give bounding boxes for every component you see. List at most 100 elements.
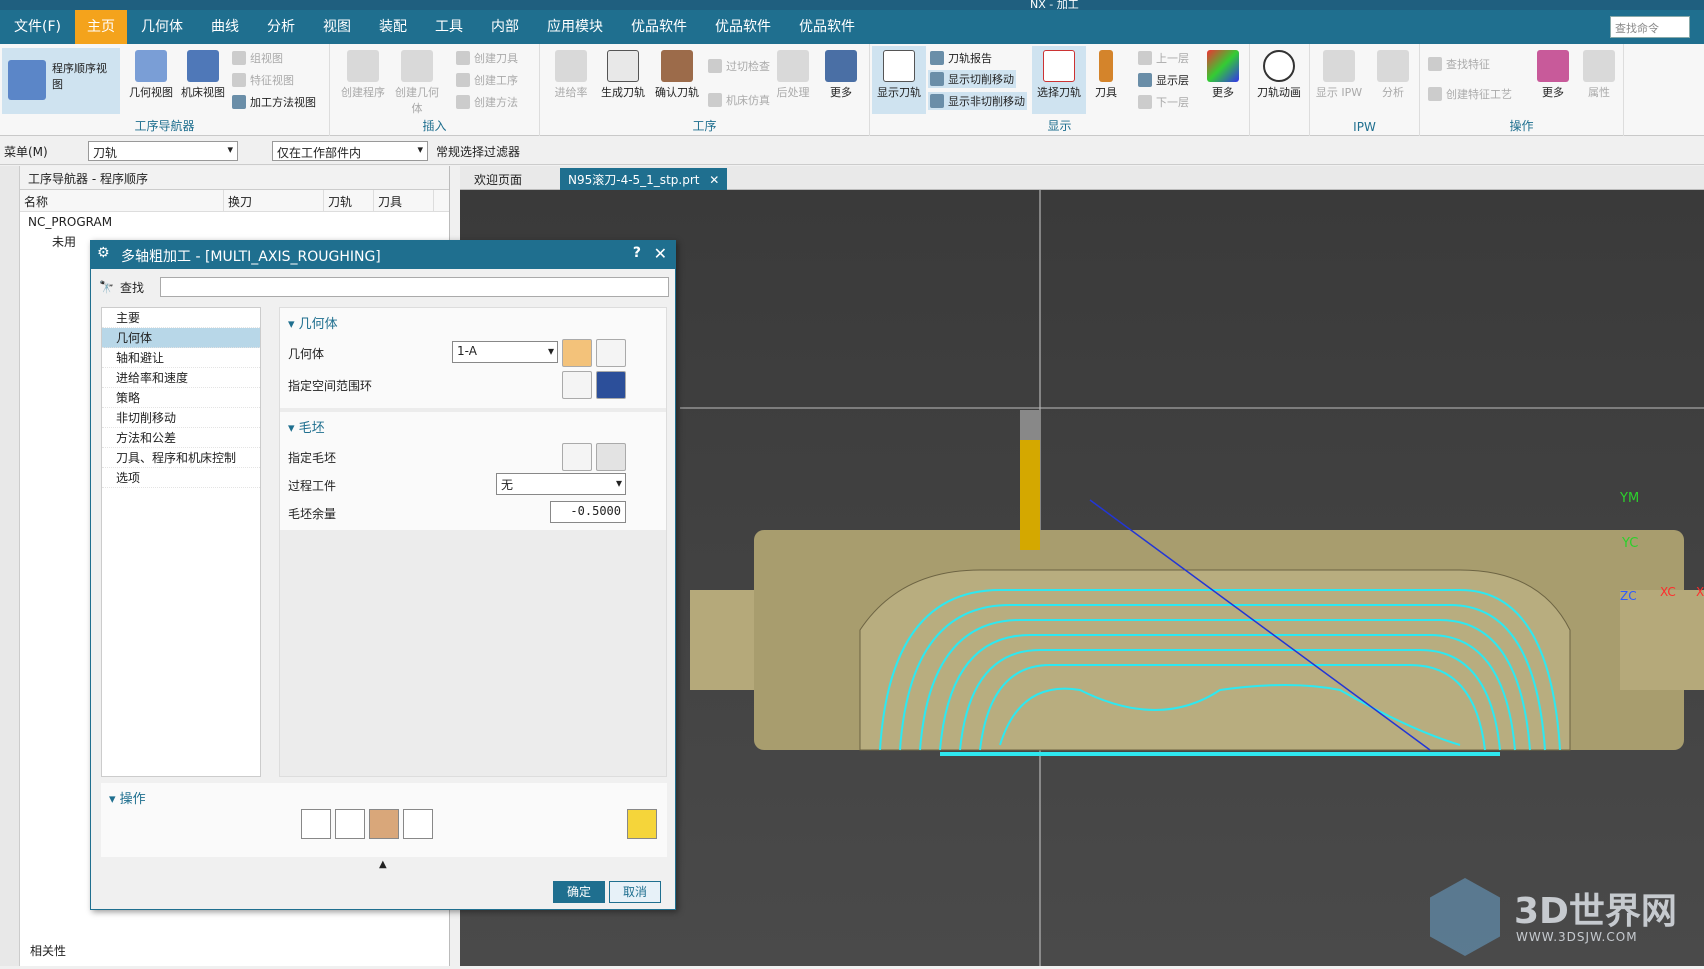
tab-assembly[interactable]: 装配: [365, 10, 421, 44]
category-item-strategy[interactable]: 策略: [102, 388, 260, 408]
scope-filter-dropdown[interactable]: 仅在工作部件内: [272, 141, 428, 161]
type-filter-dropdown[interactable]: 刀轨: [88, 141, 238, 161]
tab-applications[interactable]: 应用模块: [533, 10, 617, 44]
generate-toolpath-button[interactable]: 生成刀轨: [596, 50, 650, 100]
wrench-icon[interactable]: [596, 339, 626, 367]
command-search-input[interactable]: 查找命令: [1610, 16, 1690, 38]
create-program-button[interactable]: 创建程序: [336, 50, 390, 100]
prev-layer-button[interactable]: 上一层: [1138, 50, 1189, 66]
tab-youpin-1[interactable]: 优品软件: [617, 10, 701, 44]
create-geometry-button[interactable]: 创建几何体: [390, 50, 444, 116]
tab-internal[interactable]: 内部: [477, 10, 533, 44]
show-noncut-moves-button[interactable]: 显示非切削移动: [928, 92, 1027, 110]
display-more-button[interactable]: 更多: [1196, 50, 1250, 100]
category-item-axis[interactable]: 轴和避让: [102, 348, 260, 368]
geometry-view-button[interactable]: 几何视图: [124, 50, 178, 100]
create-method-button[interactable]: 创建方法: [456, 94, 518, 110]
close-icon[interactable]: ✕: [709, 173, 719, 187]
tree-root[interactable]: NC_PROGRAM: [20, 212, 449, 232]
create-feature-process-button[interactable]: 创建特征工艺: [1428, 86, 1512, 102]
blank-stock-input[interactable]: -0.5000: [550, 501, 626, 523]
operation-more-button[interactable]: 更多: [814, 50, 868, 100]
search-input[interactable]: [159, 277, 669, 297]
machine-sim-label: 机床仿真: [726, 94, 770, 107]
cancel-button[interactable]: 取消: [609, 881, 661, 903]
col-toolpath[interactable]: 刀轨: [324, 190, 374, 211]
properties-button[interactable]: 属性: [1572, 50, 1626, 100]
select-toolpath-button[interactable]: 选择刀轨: [1032, 46, 1086, 114]
find-feature-button[interactable]: 查找特征: [1428, 56, 1490, 72]
group-view-button[interactable]: 组视图: [232, 50, 283, 66]
tab-part-file[interactable]: N95滚刀-4-5_1_stp.prt ✕: [560, 168, 728, 190]
tab-geometry[interactable]: 几何体: [127, 10, 197, 44]
tab-analysis[interactable]: 分析: [253, 10, 309, 44]
new-geometry-icon[interactable]: [562, 339, 592, 367]
category-item-method[interactable]: 方法和公差: [102, 428, 260, 448]
machine-view-button[interactable]: 机床视图: [176, 50, 230, 100]
menu-file[interactable]: 文件(F): [0, 10, 75, 44]
select-filter-dropdown[interactable]: 常规选择过滤器: [436, 143, 520, 160]
show-cut-moves-button[interactable]: 显示切削移动: [928, 70, 1016, 88]
ipw-analysis-button[interactable]: 分析: [1366, 50, 1420, 100]
show-layer-button[interactable]: 显示层: [1138, 72, 1189, 88]
operations-header[interactable]: ▾ 操作: [101, 783, 667, 812]
toolpath-report-button[interactable]: 刀轨报告: [930, 50, 992, 66]
group-label-operation: 工序: [692, 119, 717, 133]
tool-display-button[interactable]: 刀具: [1086, 50, 1126, 100]
program-order-view-button[interactable]: 程序顺序视图: [2, 48, 120, 114]
postprocess-button[interactable]: 后处理: [766, 50, 820, 100]
tab-curve[interactable]: 曲线: [197, 10, 253, 44]
help-icon[interactable]: ?: [633, 245, 641, 261]
show-ipw-button[interactable]: 显示 IPW: [1312, 50, 1366, 100]
flashlight-icon[interactable]: [596, 371, 626, 399]
blank-section-header[interactable]: ▾ 毛坯: [280, 412, 666, 441]
flashlight-icon[interactable]: [596, 443, 626, 471]
curve-icon[interactable]: [562, 371, 592, 399]
geometry-select[interactable]: 1-A ▾: [452, 341, 558, 363]
operation-more-label: 更多: [830, 86, 852, 99]
create-operation-button[interactable]: 创建工序: [456, 72, 518, 88]
select-toolpath-label: 选择刀轨: [1037, 86, 1081, 99]
tab-welcome[interactable]: 欢迎页面: [466, 168, 530, 190]
ok-button[interactable]: 确定: [553, 881, 605, 903]
category-item-options[interactable]: 选项: [102, 468, 260, 488]
tab-youpin-3[interactable]: 优品软件: [785, 10, 869, 44]
show-toolpath-button[interactable]: 显示刀轨: [872, 46, 926, 114]
category-item-tool-control[interactable]: 刀具、程序和机床控制: [102, 448, 260, 468]
verify-toolpath-button[interactable]: 确认刀轨: [650, 50, 704, 100]
method-view-button[interactable]: 加工方法视图: [232, 94, 316, 110]
col-tool-change[interactable]: 换刀: [224, 190, 324, 211]
geometry-section-header[interactable]: ▾ 几何体: [280, 308, 666, 337]
dependencies-panel[interactable]: 相关性: [30, 942, 66, 959]
create-tool-button[interactable]: 创建刀具: [456, 50, 518, 66]
cube-icon[interactable]: [562, 443, 592, 471]
tab-tools[interactable]: 工具: [421, 10, 477, 44]
properties-label: 属性: [1588, 86, 1610, 99]
menu-button[interactable]: 菜单(M): [4, 143, 48, 160]
collapse-up-icon[interactable]: ▲: [379, 859, 387, 870]
close-icon[interactable]: ✕: [654, 244, 667, 263]
category-item-noncut[interactable]: 非切削移动: [102, 408, 260, 428]
feed-rate-button[interactable]: 进给率: [544, 50, 598, 100]
category-item-feeds[interactable]: 进给率和速度: [102, 368, 260, 388]
toolpath-animation-button[interactable]: 刀轨动画: [1252, 50, 1306, 100]
tab-youpin-2[interactable]: 优品软件: [701, 10, 785, 44]
feature-view-button[interactable]: 特征视图: [232, 72, 294, 88]
col-tool[interactable]: 刀具: [374, 190, 434, 211]
replay-icon[interactable]: [335, 809, 365, 839]
collision-check-button[interactable]: 过切检查: [708, 58, 770, 74]
category-item-geometry[interactable]: 几何体: [102, 328, 260, 348]
next-layer-button[interactable]: 下一层: [1138, 94, 1189, 110]
process-workpiece-select[interactable]: 无 ▾: [496, 473, 626, 495]
machine-sim-button[interactable]: 机床仿真: [708, 92, 770, 108]
tab-view[interactable]: 视图: [309, 10, 365, 44]
select-toolpath-icon[interactable]: [627, 809, 657, 839]
category-item-main[interactable]: 主要: [102, 308, 260, 328]
generate-icon[interactable]: [301, 809, 331, 839]
verify-icon[interactable]: [369, 809, 399, 839]
tab-home[interactable]: 主页: [74, 10, 127, 44]
generate-toolpath-icon: [607, 50, 639, 82]
col-name[interactable]: 名称: [20, 190, 224, 211]
list-icon[interactable]: [403, 809, 433, 839]
axis-zc-label: ZC: [1620, 589, 1637, 603]
